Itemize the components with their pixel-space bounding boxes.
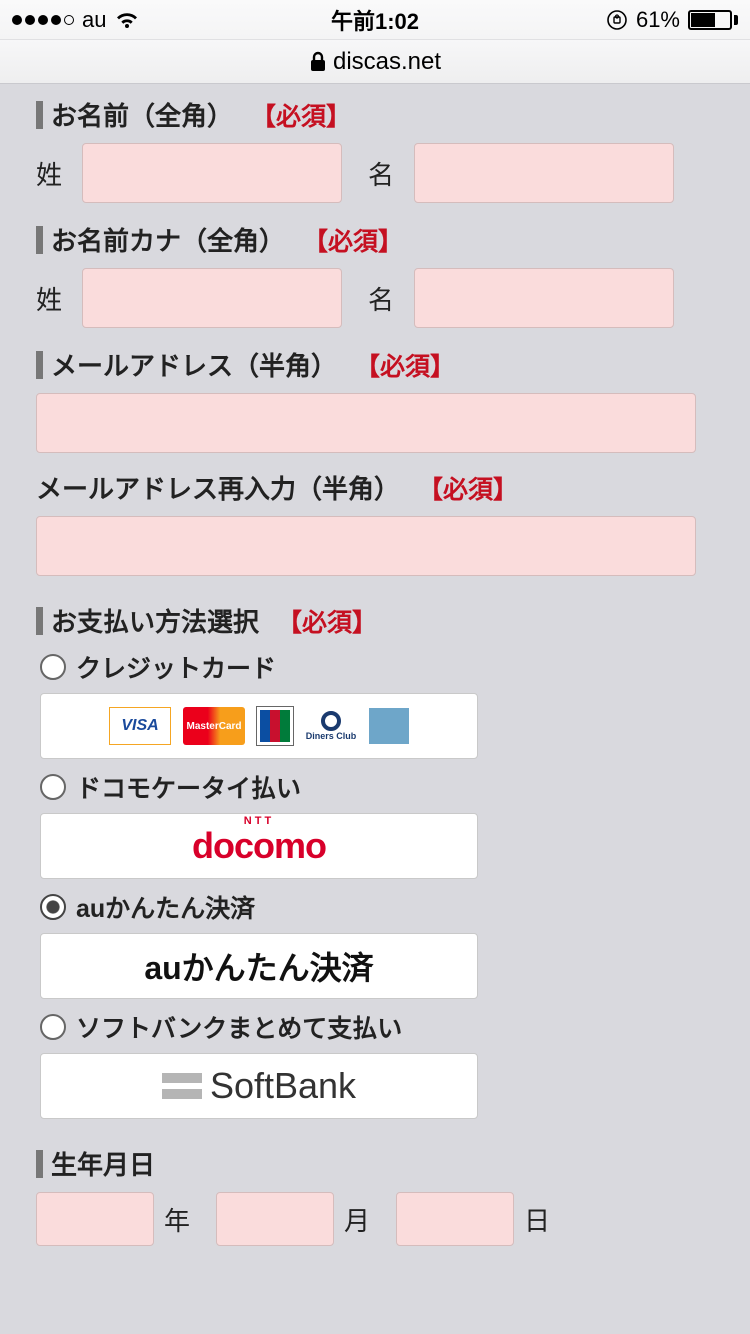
section-mail2-label: メールアドレス再入力（半角） (36, 469, 400, 506)
payment-label: ソフトバンクまとめて支払い (76, 1009, 402, 1045)
status-bar: au 午前1:02 61% (0, 0, 750, 40)
visa-icon: VISA (109, 707, 171, 745)
email-input[interactable] (36, 393, 696, 453)
clock: 午前1:02 (331, 4, 419, 36)
section-mail-label: メールアドレス（半角） (51, 346, 337, 383)
kana-firstname-label: 名 (368, 280, 404, 317)
signal-dots-icon (12, 15, 74, 25)
section-mail: メールアドレス（半角） 【必須】 (36, 346, 730, 383)
lastname-label: 姓 (36, 155, 72, 192)
kana-lastname-label: 姓 (36, 280, 72, 317)
lock-icon (309, 51, 327, 73)
rotation-lock-icon (606, 9, 628, 31)
softbank-icon: SoftBank (162, 1065, 356, 1107)
payment-label: ドコモケータイ払い (76, 769, 301, 805)
day-unit: 日 (524, 1201, 550, 1238)
credit-card-logos: VISA MasterCard Diners Club (40, 693, 478, 759)
section-payment-label: お支払い方法選択 (51, 602, 259, 639)
payment-option-credit[interactable]: クレジットカード (40, 649, 730, 685)
section-kana-label: お名前カナ（全角） (51, 221, 285, 258)
radio-icon (40, 774, 66, 800)
radio-selected-icon (40, 894, 66, 920)
year-unit: 年 (164, 1201, 190, 1238)
section-name-label: お名前（全角） (51, 96, 233, 133)
firstname-input[interactable] (414, 143, 674, 203)
section-birthdate: 生年月日 (36, 1145, 730, 1182)
section-payment: お支払い方法選択 【必須】 (36, 602, 730, 639)
docomo-logo-box: NTT docomo (40, 813, 478, 879)
moon-icon (578, 10, 598, 30)
diners-icon: Diners Club (305, 707, 357, 745)
browser-url-bar[interactable]: discas.net (0, 40, 750, 84)
url-text: discas.net (333, 48, 441, 76)
section-kana: お名前カナ（全角） 【必須】 (36, 221, 730, 258)
required-badge: 【必須】 (418, 470, 518, 506)
section-mail-confirm: メールアドレス再入力（半角） 【必須】 (36, 469, 730, 506)
payment-option-au[interactable]: auかんたん決済 (40, 889, 730, 925)
firstname-label: 名 (368, 155, 404, 192)
payment-option-docomo[interactable]: ドコモケータイ払い (40, 769, 730, 805)
birth-month-input[interactable] (216, 1192, 334, 1246)
payment-label: クレジットカード (76, 649, 276, 685)
birth-year-input[interactable] (36, 1192, 154, 1246)
section-name: お名前（全角） 【必須】 (36, 96, 730, 133)
required-badge: 【必須】 (251, 97, 351, 133)
required-badge: 【必須】 (277, 603, 377, 639)
wifi-icon (114, 10, 140, 30)
required-badge: 【必須】 (303, 222, 403, 258)
radio-icon (40, 654, 66, 680)
jcb-icon (257, 707, 293, 745)
carrier-label: au (82, 7, 106, 33)
birth-day-input[interactable] (396, 1192, 514, 1246)
registration-form: お名前（全角） 【必須】 姓 名 お名前カナ（全角） 【必須】 姓 名 メールア… (0, 84, 750, 1246)
battery-icon (688, 10, 738, 30)
kana-lastname-input[interactable] (82, 268, 342, 328)
payment-option-softbank[interactable]: ソフトバンクまとめて支払い (40, 1009, 730, 1045)
au-logo-box: auかんたん決済 (40, 933, 478, 999)
month-unit: 月 (344, 1201, 370, 1238)
mastercard-icon: MasterCard (183, 707, 245, 745)
kana-firstname-input[interactable] (414, 268, 674, 328)
softbank-logo-box: SoftBank (40, 1053, 478, 1119)
amex-icon (369, 708, 409, 744)
radio-icon (40, 1014, 66, 1040)
payment-label: auかんたん決済 (76, 889, 255, 925)
email-confirm-input[interactable] (36, 516, 696, 576)
au-icon: auかんたん決済 (144, 943, 373, 989)
section-bd-label: 生年月日 (51, 1145, 155, 1182)
battery-pct: 61% (636, 7, 680, 33)
required-badge: 【必須】 (355, 347, 455, 383)
docomo-icon: NTT docomo (192, 825, 326, 867)
lastname-input[interactable] (82, 143, 342, 203)
